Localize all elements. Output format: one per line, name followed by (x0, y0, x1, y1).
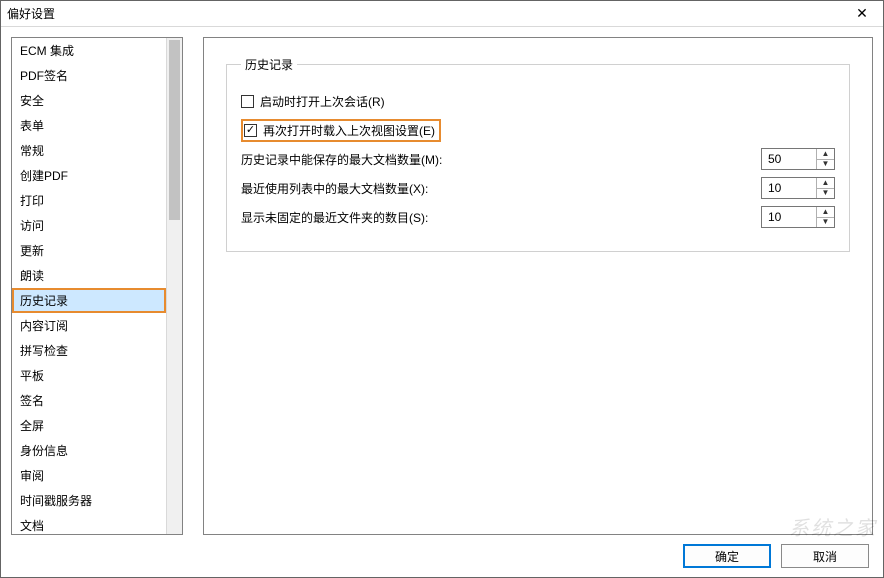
spin-down-icon[interactable]: ▼ (817, 189, 834, 199)
sidebar-item-13[interactable]: 平板 (12, 363, 166, 388)
sidebar-item-10[interactable]: 历史记录 (12, 288, 166, 313)
max-history-spinner: ▲ ▼ (816, 149, 834, 169)
category-list[interactable]: ECM 集成PDF签名安全表单常规创建PDF打印访问更新朗读历史记录内容订阅拼写… (12, 38, 166, 534)
restore-view-label[interactable]: 再次打开时载入上次视图设置(E) (263, 122, 435, 139)
group-legend: 历史记录 (241, 56, 297, 73)
ok-label: 确定 (715, 548, 739, 565)
sidebar-item-15[interactable]: 全屏 (12, 413, 166, 438)
close-button[interactable]: ✕ (847, 4, 877, 24)
spin-down-icon[interactable]: ▼ (817, 218, 834, 228)
dialog-body: ECM 集成PDF签名安全表单常规创建PDF打印访问更新朗读历史记录内容订阅拼写… (1, 27, 883, 535)
max-history-field: ▲ ▼ (761, 148, 835, 170)
spin-up-icon[interactable]: ▲ (817, 207, 834, 218)
sidebar-item-16[interactable]: 身份信息 (12, 438, 166, 463)
window-title: 偏好设置 (7, 5, 847, 22)
restore-view-checkbox[interactable] (244, 124, 257, 137)
sidebar-item-18[interactable]: 时间戳服务器 (12, 488, 166, 513)
max-recent-row: 最近使用列表中的最大文档数量(X): ▲ ▼ (241, 177, 835, 199)
history-group: 历史记录 启动时打开上次会话(R) 再次打开时载入上次视图设置(E) 历史记录中… (226, 56, 850, 252)
cancel-label: 取消 (813, 548, 837, 565)
sidebar-item-11[interactable]: 内容订阅 (12, 313, 166, 338)
sidebar-item-2[interactable]: 安全 (12, 88, 166, 113)
max-history-input[interactable] (762, 149, 816, 169)
sidebar-item-7[interactable]: 访问 (12, 213, 166, 238)
spin-up-icon[interactable]: ▲ (817, 149, 834, 160)
close-icon: ✕ (856, 5, 868, 22)
restore-session-row: 启动时打开上次会话(R) (241, 90, 835, 112)
ok-button[interactable]: 确定 (683, 544, 771, 568)
max-history-label: 历史记录中能保存的最大文档数量(M): (241, 151, 442, 168)
restore-session-checkbox[interactable] (241, 95, 254, 108)
max-recent-label: 最近使用列表中的最大文档数量(X): (241, 180, 428, 197)
max-folders-label: 显示未固定的最近文件夹的数目(S): (241, 209, 428, 226)
restore-view-row: 再次打开时载入上次视图设置(E) (241, 119, 835, 141)
restore-view-highlight: 再次打开时载入上次视图设置(E) (241, 119, 441, 142)
max-history-row: 历史记录中能保存的最大文档数量(M): ▲ ▼ (241, 148, 835, 170)
titlebar: 偏好设置 ✕ (1, 1, 883, 27)
sidebar-item-14[interactable]: 签名 (12, 388, 166, 413)
sidebar-item-5[interactable]: 创建PDF (12, 163, 166, 188)
max-recent-spinner: ▲ ▼ (816, 178, 834, 198)
max-folders-spinner: ▲ ▼ (816, 207, 834, 227)
spin-up-icon[interactable]: ▲ (817, 178, 834, 189)
sidebar-item-8[interactable]: 更新 (12, 238, 166, 263)
sidebar-scrollbar[interactable] (166, 38, 182, 534)
sidebar-item-17[interactable]: 审阅 (12, 463, 166, 488)
settings-panel: 历史记录 启动时打开上次会话(R) 再次打开时载入上次视图设置(E) 历史记录中… (203, 37, 873, 535)
dialog-footer: 确定 取消 (1, 535, 883, 577)
cancel-button[interactable]: 取消 (781, 544, 869, 568)
sidebar-item-0[interactable]: ECM 集成 (12, 38, 166, 63)
restore-session-label[interactable]: 启动时打开上次会话(R) (260, 93, 385, 110)
sidebar-item-6[interactable]: 打印 (12, 188, 166, 213)
preferences-dialog: 偏好设置 ✕ ECM 集成PDF签名安全表单常规创建PDF打印访问更新朗读历史记… (0, 0, 884, 578)
sidebar-item-12[interactable]: 拼写检查 (12, 338, 166, 363)
max-folders-row: 显示未固定的最近文件夹的数目(S): ▲ ▼ (241, 206, 835, 228)
max-recent-field: ▲ ▼ (761, 177, 835, 199)
scrollbar-thumb[interactable] (169, 40, 180, 220)
sidebar-item-3[interactable]: 表单 (12, 113, 166, 138)
max-folders-field: ▲ ▼ (761, 206, 835, 228)
sidebar-item-4[interactable]: 常规 (12, 138, 166, 163)
max-recent-input[interactable] (762, 178, 816, 198)
sidebar-item-9[interactable]: 朗读 (12, 263, 166, 288)
spin-down-icon[interactable]: ▼ (817, 160, 834, 170)
category-sidebar: ECM 集成PDF签名安全表单常规创建PDF打印访问更新朗读历史记录内容订阅拼写… (11, 37, 183, 535)
sidebar-item-19[interactable]: 文档 (12, 513, 166, 534)
sidebar-item-1[interactable]: PDF签名 (12, 63, 166, 88)
max-folders-input[interactable] (762, 207, 816, 227)
